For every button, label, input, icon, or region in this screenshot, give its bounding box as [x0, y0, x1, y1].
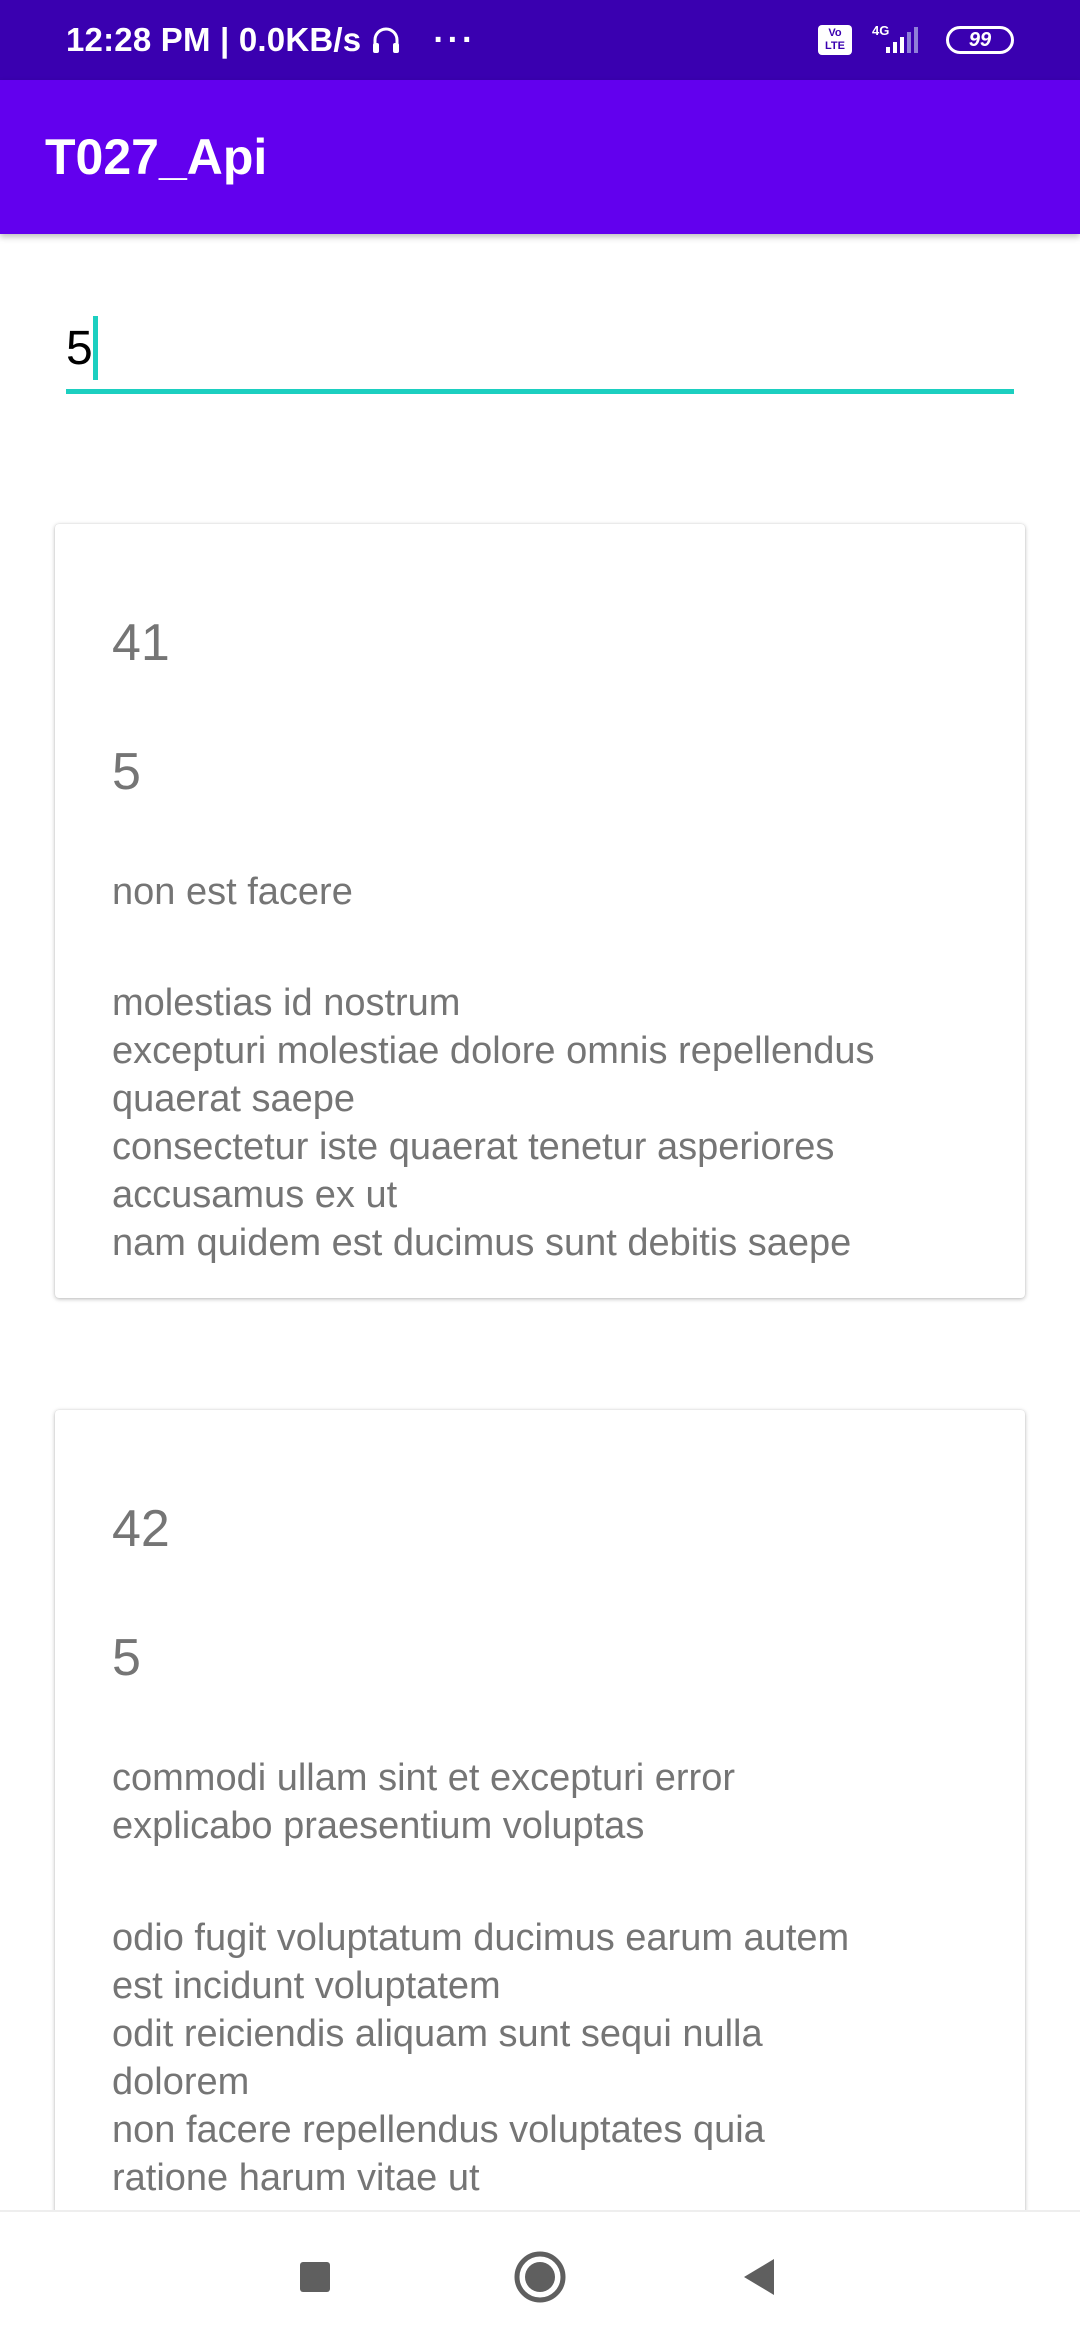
post-user-id: 5 — [112, 743, 141, 801]
app-bar: T027_Api — [0, 80, 1080, 234]
post-title: commodi ullam sint et excepturi error ex… — [112, 1757, 735, 1847]
text-cursor — [93, 316, 98, 380]
post-id: 41 — [112, 614, 170, 672]
post-card: 42 5 commodi ullam sint et excepturi err… — [55, 1410, 1025, 2310]
user-id-input-value[interactable]: 5 — [66, 320, 93, 378]
home-button[interactable] — [480, 2212, 600, 2342]
back-triangle-icon — [744, 2259, 774, 2295]
status-left: 12:28 PM | 0.0KB/s ··· — [66, 0, 476, 80]
home-circle-icon — [514, 2251, 566, 2303]
headset-icon — [369, 23, 403, 57]
more-notifications-icon: ··· — [433, 20, 477, 59]
battery-level: 99 — [968, 28, 992, 51]
signal-icon: 4G — [870, 23, 928, 57]
status-right: Vo LTE 4G 99 — [818, 0, 1014, 80]
user-id-input[interactable]: 5 — [66, 300, 1014, 394]
volte-icon: Vo LTE — [818, 25, 852, 55]
post-id: 42 — [112, 1500, 170, 1558]
post-user-id: 5 — [112, 1629, 141, 1687]
post-card: 41 5 non est facere molestias id nostrum… — [55, 524, 1025, 1298]
recents-button[interactable] — [255, 2212, 375, 2342]
navigation-bar — [0, 2210, 1080, 2342]
post-body: molestias id nostrum excepturi molestiae… — [112, 982, 875, 1264]
recents-square-icon — [300, 2262, 330, 2292]
battery-icon: 99 — [946, 26, 1014, 54]
status-bar: 12:28 PM | 0.0KB/s ··· Vo LTE 4G 99 — [0, 0, 1080, 80]
input-underline — [66, 389, 1014, 394]
back-button[interactable] — [700, 2212, 820, 2342]
app-title: T027_Api — [45, 129, 268, 185]
post-body: odio fugit voluptatum ducimus earum aute… — [112, 1917, 850, 2199]
status-time-speed: 12:28 PM | 0.0KB/s — [66, 21, 362, 58]
post-title: non est facere — [112, 871, 353, 913]
